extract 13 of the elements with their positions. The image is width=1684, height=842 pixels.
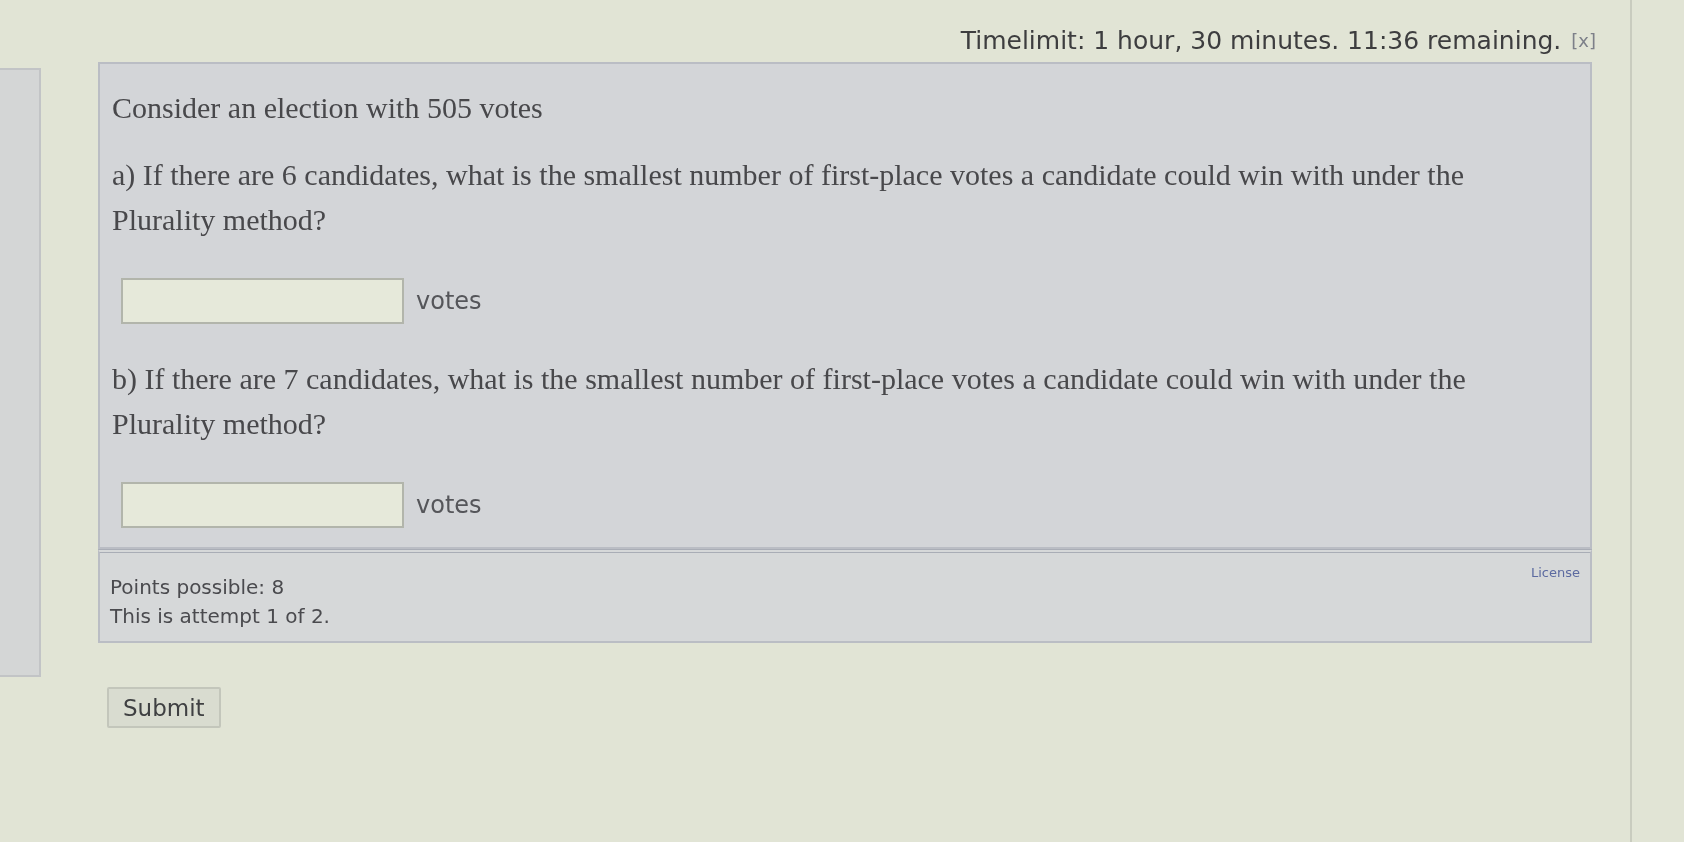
answer-field[interactable] [121,278,404,324]
time-limit-text: Timelimit: 1 hour, 30 minutes. 11:36 remaining. [960,26,1562,56]
license-link[interactable]: License [1531,565,1580,580]
question-text: a) If there are 6 candidates, what is the smallest number of first-place votes a candidate could win with under the Plurality method? [112,157,1465,238]
answer-field[interactable] [121,482,404,528]
attempt-text: This is attempt 1 of 2. [110,603,330,630]
submit-button[interactable]: Submit [107,687,221,728]
unit-label: votes [416,287,482,315]
question-text: b) If there are 7 candidates, what is the smallest number of first-place votes a candidate could win with under the Plurality method? [112,361,1467,442]
question-intro: Consider an election with 505 votes [112,90,544,126]
points-text: Points possible: 8 [110,574,285,601]
unit-label: votes [416,491,482,519]
close-button[interactable]: [x] [1569,29,1598,53]
